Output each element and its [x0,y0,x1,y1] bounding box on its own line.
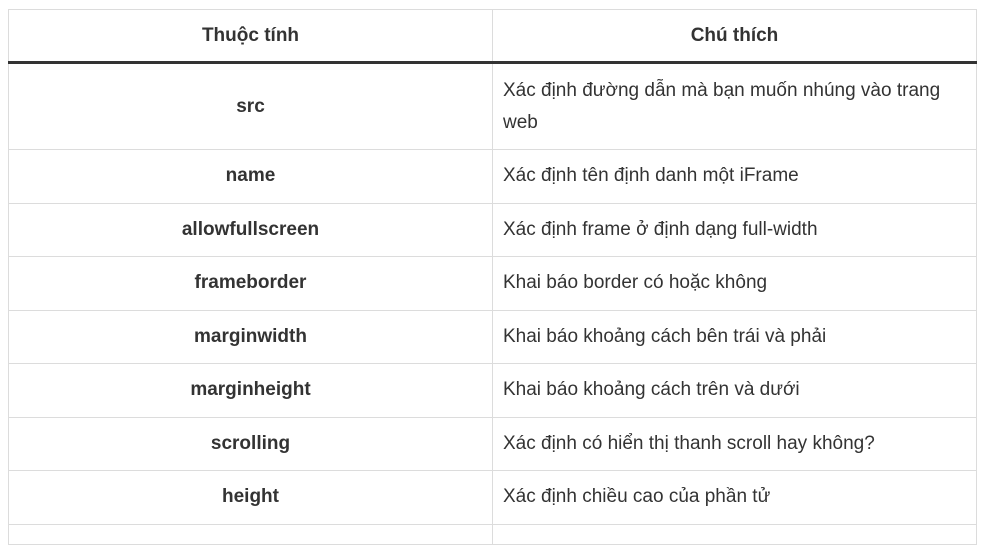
description-cell: Xác định frame ở định dạng full-width [492,202,977,257]
header-attribute: Thuộc tính [8,9,493,64]
description-cell: Xác định tên định danh một iFrame [492,149,977,204]
table-body: src Xác định đường dẫn mà bạn muốn nhúng… [8,62,977,545]
attribute-cell: marginheight [8,363,493,418]
description-cell: Xác định chiều cao của phần tử [492,470,977,525]
table-row: frameborder Khai báo border có hoặc khôn… [8,256,977,311]
description-cell: Xác định đường dẫn mà bạn muốn nhúng vào… [492,62,977,150]
table-row: name Xác định tên định danh một iFrame [8,149,977,204]
attribute-cell: frameborder [8,256,493,311]
table-row: marginheight Khai báo khoảng cách trên v… [8,363,977,418]
attribute-cell: src [8,62,493,150]
description-cell: Xác định có hiển thị thanh scroll hay kh… [492,416,977,471]
table-row: height Xác định chiều cao của phần tử [8,470,977,525]
description-cell: Khai báo khoảng cách trên và dưới [492,363,977,418]
header-description: Chú thích [492,9,977,64]
attribute-cell: allowfullscreen [8,202,493,257]
table-row: allowfullscreen Xác định frame ở định dạ… [8,202,977,257]
description-cell: Khai báo border có hoặc không [492,256,977,311]
table-row: src Xác định đường dẫn mà bạn muốn nhúng… [8,62,977,150]
table-row: scrolling Xác định có hiển thị thanh scr… [8,416,977,471]
header-row: Thuộc tính Chú thích [8,9,977,64]
attribute-cell: name [8,149,493,204]
description-cell: Khai báo khoảng cách bên trái và phải [492,309,977,364]
table-row: marginwidth Khai báo khoảng cách bên trá… [8,309,977,364]
attribute-table-container: Thuộc tính Chú thích src Xác định đường … [8,9,977,545]
attribute-cell: height [8,470,493,525]
attribute-cell: scrolling [8,416,493,471]
table-row-partial [8,523,977,545]
table-header: Thuộc tính Chú thích [8,9,977,64]
iframe-attributes-table: Thuộc tính Chú thích src Xác định đường … [8,9,977,545]
attribute-cell: marginwidth [8,309,493,364]
description-cell-empty [492,523,977,545]
attribute-cell-empty [8,523,493,545]
